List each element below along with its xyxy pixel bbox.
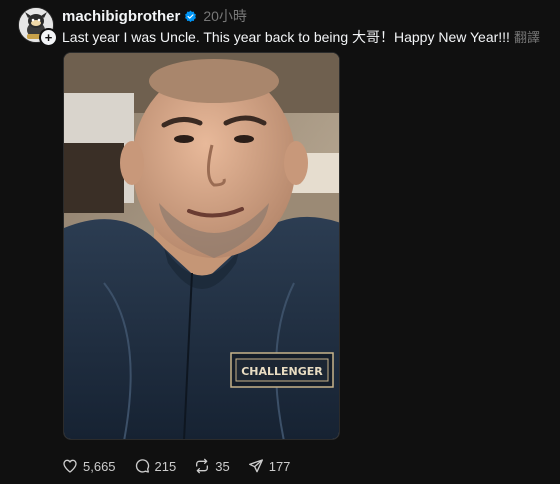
heart-icon [63, 459, 77, 473]
share-button[interactable]: 177 [248, 458, 291, 474]
like-count: 5,665 [83, 458, 116, 474]
share-count: 177 [268, 458, 291, 474]
selfie-photo: CHALLENGER [64, 53, 339, 439]
repost-count: 35 [215, 458, 230, 474]
like-button[interactable]: 5,665 [62, 458, 116, 474]
follow-plus-icon[interactable]: + [39, 28, 58, 47]
reply-count: 215 [154, 458, 177, 474]
comment-bubble-icon [135, 459, 149, 473]
post-timestamp[interactable]: 20小時 [203, 6, 247, 26]
jacket-patch-text: CHALLENGER [241, 365, 323, 378]
translate-link[interactable]: 翻譯 [514, 27, 540, 46]
post-text: Last year I was Uncle. This year back to… [62, 29, 510, 45]
post-image[interactable]: CHALLENGER [63, 52, 340, 440]
post-actions: 5,665 215 35 177 [62, 456, 308, 476]
avatar-container[interactable]: + [18, 7, 58, 47]
repost-button[interactable]: 35 [194, 458, 230, 474]
send-icon [248, 459, 263, 473]
repost-icon [196, 458, 209, 474]
username-link[interactable]: machibigbrother [62, 8, 180, 25]
post-header: machibigbrother 20小時 [62, 6, 247, 26]
reply-button[interactable]: 215 [134, 458, 177, 474]
thread-post: + machibigbrother 20小時 Last year I was U… [0, 0, 560, 484]
verified-badge-icon [184, 10, 197, 23]
